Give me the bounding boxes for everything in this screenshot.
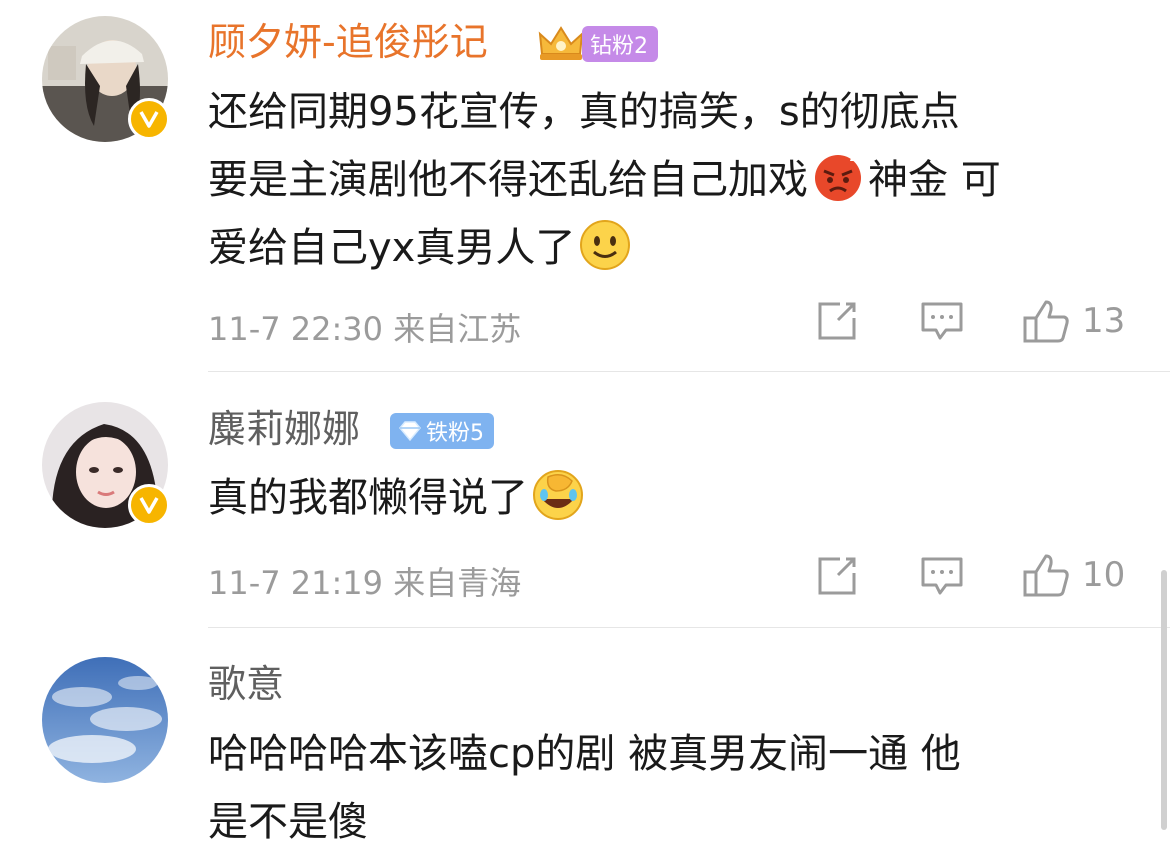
avatar[interactable] [42,16,170,142]
share-button[interactable] [816,300,858,342]
fan-badge: 铁粉5 [390,413,494,449]
verified-badge-icon [128,98,170,140]
share-button[interactable] [816,555,858,597]
crown-icon [536,22,586,64]
share-icon [818,557,856,595]
thumbs-up-icon [1023,300,1069,343]
scrollbar-thumb[interactable] [1161,570,1167,830]
comment-meta: 11-7 22:30 来自江苏 [208,310,522,348]
comment-text-line: 还给同期95花宣传，真的搞笑，s的彻底点 [208,89,960,135]
divider [208,371,1170,372]
comment-text-segment: 神金 可 [868,157,1001,203]
reply-button[interactable] [920,555,964,597]
thumbs-up-icon [1023,554,1069,597]
diamond-icon [399,421,421,442]
like-count: 10 [1082,555,1126,595]
facepalm-laugh-emoji-icon [532,469,584,521]
divider [208,627,1170,628]
comment-text-segment: 真的我都懒得说了 [208,475,528,521]
fan-badge: 钻粉2 [582,26,658,62]
comment-icon [921,557,963,595]
comment-meta: 11-7 21:19 来自青海 [208,564,522,602]
verified-badge-icon [128,484,170,526]
comment-text-segment: 要是主演剧他不得还乱给自己加戏 [208,157,808,203]
fan-badge-label: 铁粉5 [426,421,484,446]
comment-text: 还给同期95花宣传，真的搞笑，s的彻底点 要是主演剧他不得还乱给自己加戏 神金 可… [208,78,1130,282]
username[interactable]: 歌意 [208,660,284,708]
username[interactable]: 麋莉娜娜 [208,405,360,453]
avatar[interactable] [42,657,168,783]
comment-text-line-3: 爱给自己yx真男人了 [208,214,1130,282]
comment-text-line: 是不是傻 [208,799,368,845]
username[interactable]: 顾夕妍-追俊彤记 [208,18,488,66]
share-icon [818,302,856,340]
like-button[interactable]: 10 [1022,552,1125,598]
reply-button[interactable] [920,300,964,342]
comment-icon [921,302,963,340]
comment-text-line: 哈哈哈哈本该嗑cp的剧 被真男友闹一通 他 [208,731,961,777]
smile-emoji-icon [579,219,631,271]
comment-text: 真的我都懒得说了 [208,464,1130,532]
avatar[interactable] [42,402,170,528]
fan-badge-label: 钻粉2 [590,34,648,59]
comment-text-line-2: 要是主演剧他不得还乱给自己加戏 神金 可 [208,146,1130,214]
like-count: 13 [1082,301,1126,341]
scrollbar[interactable] [1158,570,1170,857]
angry-emoji-icon [812,151,864,203]
like-button[interactable]: 13 [1022,298,1125,344]
comment-text-segment: 爱给自己yx真男人了 [208,225,576,271]
comment-text: 哈哈哈哈本该嗑cp的剧 被真男友闹一通 他 是不是傻 [208,720,1130,856]
avatar-image [42,657,168,783]
